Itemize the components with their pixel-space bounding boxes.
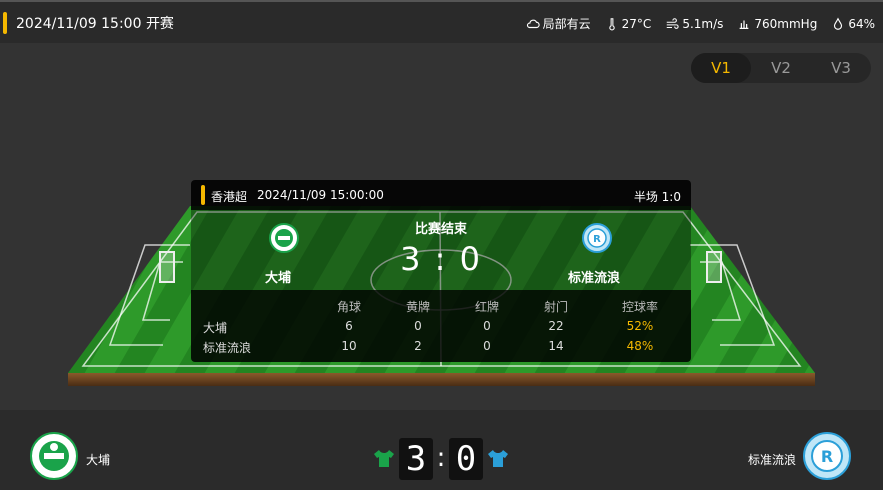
stat-header-corners: 角球: [336, 300, 361, 314]
match-card: 香港超 2024/11/09 15:00:00 半场 1:0 比赛结束 大埔 3…: [191, 180, 691, 362]
goal-right: [706, 251, 722, 283]
svg-text:R: R: [593, 234, 601, 245]
pitch-soil-edge: [68, 373, 815, 386]
away-score: 0: [449, 438, 483, 480]
match-status: 比赛结束: [414, 222, 467, 237]
half-time-score: 半场 1:0: [633, 190, 681, 204]
home-shots: 22: [548, 319, 564, 333]
match-datetime: 2024/11/09 15:00:00: [257, 188, 384, 202]
scoreboard-away-name: 标准流浪: [748, 453, 797, 467]
away-shots: 14: [548, 339, 564, 353]
home-score: 3: [399, 438, 433, 480]
score-separator: :: [436, 443, 446, 473]
stat-header-possession: 控球率: [621, 300, 658, 314]
away-team-crest-large-icon: R: [803, 432, 851, 480]
away-team-crest-icon: R: [582, 223, 612, 253]
stat-header-red: 红牌: [474, 300, 499, 314]
stat-header-shots: 射门: [543, 300, 568, 314]
stats-row-home: 大埔 6 0 0 22 52%: [191, 319, 691, 337]
away-yellow: 2: [414, 339, 422, 353]
match-stats-table: 角球 黄牌 红牌 射门 控球率 大埔 6 0 0 22 52% 标准流浪 10 …: [191, 290, 691, 362]
home-red: 0: [483, 319, 491, 333]
league-name: 香港超: [211, 190, 248, 204]
bottom-scoreboard: 大埔 3 : 0 标准流浪 R: [0, 410, 883, 490]
away-corners: 10: [341, 339, 357, 353]
stat-header-yellow: 黄牌: [405, 300, 430, 314]
home-yellow: 0: [414, 319, 422, 333]
stats-row-away: 标准流浪 10 2 0 14 48%: [191, 339, 691, 357]
away-possession: 48%: [626, 339, 654, 353]
home-team-crest-large-icon: [30, 432, 78, 480]
scoreboard-home-name: 大埔: [86, 453, 111, 467]
league-accent-bar: [201, 185, 205, 205]
match-card-score: 比赛结束 大埔 3 : 0 R 标准流浪: [191, 210, 691, 290]
stats-home-name: 大埔: [203, 321, 228, 335]
svg-text:R: R: [821, 447, 833, 466]
match-card-header: 香港超 2024/11/09 15:00:00 半场 1:0: [191, 180, 691, 210]
home-corners: 6: [345, 319, 353, 333]
away-shirt-icon: [488, 450, 508, 467]
home-shirt-icon: [374, 450, 394, 467]
stats-away-name: 标准流浪: [203, 341, 252, 355]
away-team-name: 标准流浪: [568, 271, 621, 286]
goal-left: [159, 251, 175, 283]
stats-header-row: 角球 黄牌 红牌 射门 控球率: [191, 298, 691, 316]
home-possession: 52%: [626, 319, 654, 333]
away-red: 0: [483, 339, 491, 353]
